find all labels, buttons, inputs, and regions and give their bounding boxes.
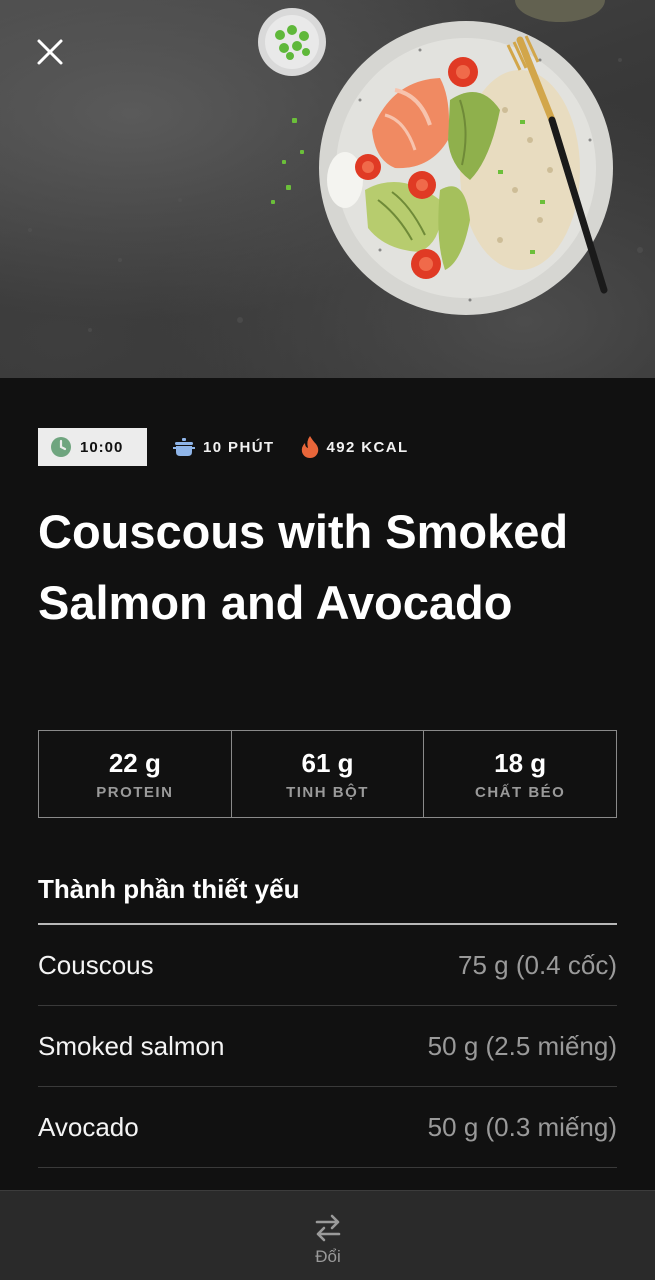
calories-text: 492 KCAL bbox=[326, 438, 409, 456]
macro-label: PROTEIN bbox=[96, 783, 174, 801]
recipe-details: 10:00 10 PHÚT 492 KCAL Couscous with Smo… bbox=[0, 378, 655, 1190]
ingredient-name: Smoked salmon bbox=[38, 1030, 225, 1061]
macro-value: 18 g bbox=[494, 747, 547, 778]
food-photo bbox=[28, 0, 643, 332]
flame-icon bbox=[301, 436, 318, 458]
ingredient-quantity: 50 g (2.5 miếng) bbox=[427, 1030, 617, 1061]
meta-row: 10:00 10 PHÚT 492 KCAL bbox=[38, 428, 409, 466]
ingredient-quantity: 50 g (0.3 miếng) bbox=[427, 1111, 617, 1142]
recipe-title: Couscous with Smoked Salmon and Avocado bbox=[38, 505, 569, 629]
ingredient-name: Avocado bbox=[38, 1111, 139, 1142]
macro-carbs: 61 g TINH BỘT bbox=[232, 731, 425, 817]
macro-label: CHẤT BÉO bbox=[475, 783, 566, 801]
ingredient-row[interactable]: Couscous 75 g (0.4 cốc) bbox=[38, 925, 617, 1006]
ingredient-row[interactable]: Avocado 50 g (0.3 miếng) bbox=[38, 1087, 617, 1168]
swap-label: Đổi bbox=[315, 1247, 341, 1266]
macro-label: TINH BỘT bbox=[286, 783, 369, 801]
pot-icon bbox=[173, 438, 195, 456]
ingredient-name: Couscous bbox=[38, 949, 154, 980]
swap-arrows-icon bbox=[315, 1214, 341, 1242]
ingredients-list: Couscous 75 g (0.4 cốc) Smoked salmon 50… bbox=[38, 925, 617, 1168]
ingredient-quantity: 75 g (0.4 cốc) bbox=[458, 949, 617, 980]
swap-button[interactable]: Đổi bbox=[297, 1213, 359, 1273]
timer-chip[interactable]: 10:00 bbox=[38, 428, 147, 466]
clock-icon bbox=[51, 437, 71, 457]
macros-table: 22 g PROTEIN 61 g TINH BỘT 18 g CHẤT BÉO bbox=[38, 730, 617, 818]
ingredient-row[interactable]: Smoked salmon 50 g (2.5 miếng) bbox=[38, 1006, 617, 1087]
macro-value: 61 g bbox=[301, 747, 354, 778]
prep-time: 10 PHÚT bbox=[173, 437, 275, 457]
close-button[interactable] bbox=[30, 32, 70, 72]
calories: 492 KCAL bbox=[301, 435, 409, 459]
bottom-bar: Đổi bbox=[0, 1190, 655, 1280]
timer-value: 10:00 bbox=[80, 438, 124, 456]
macro-value: 22 g bbox=[108, 747, 161, 778]
macro-fat: 18 g CHẤT BÉO bbox=[424, 731, 616, 817]
prep-time-text: 10 PHÚT bbox=[203, 438, 275, 456]
ingredients-heading: Thành phần thiết yếu bbox=[38, 874, 300, 904]
close-icon bbox=[37, 39, 63, 65]
hero-image bbox=[0, 0, 655, 378]
macro-protein: 22 g PROTEIN bbox=[39, 731, 232, 817]
